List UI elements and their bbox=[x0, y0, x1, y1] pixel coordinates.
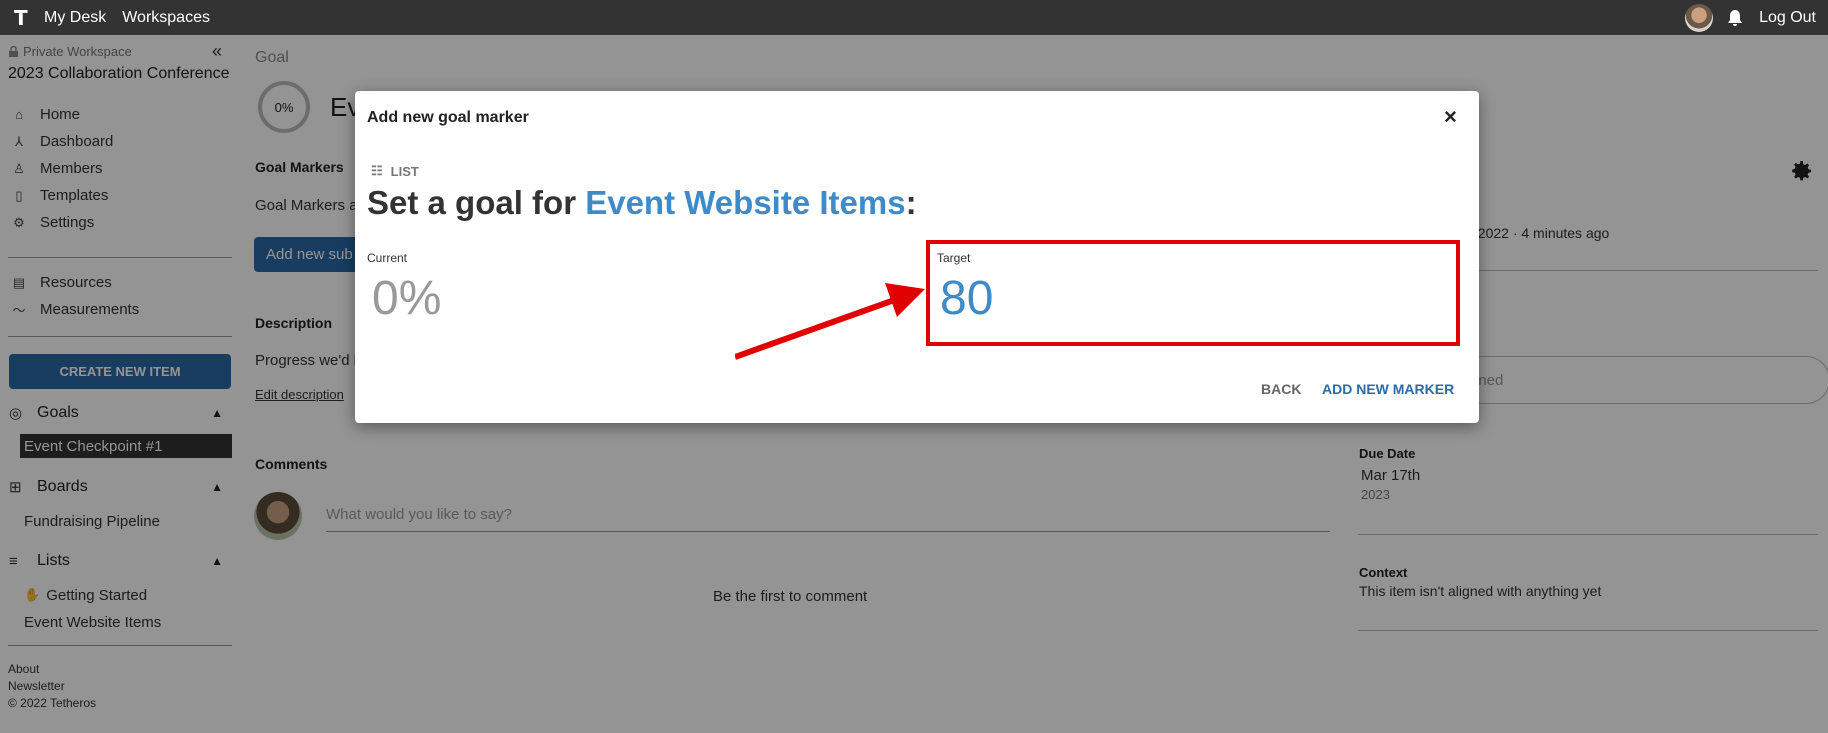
logout-link[interactable]: Log Out bbox=[1759, 9, 1816, 27]
annotation-highlight-box bbox=[926, 240, 1460, 346]
heading-prefix: Set a goal for bbox=[367, 184, 586, 221]
heading-item-name: Event Website Items bbox=[585, 184, 906, 221]
back-button[interactable]: BACK bbox=[1261, 381, 1301, 397]
current-label: Current bbox=[367, 251, 408, 265]
nav-my-desk[interactable]: My Desk bbox=[44, 9, 106, 27]
nav-workspaces[interactable]: Workspaces bbox=[122, 9, 210, 27]
item-type-tag: ☷ LIST bbox=[371, 163, 419, 179]
bell-icon[interactable] bbox=[1727, 9, 1743, 27]
heading-suffix: : bbox=[905, 184, 917, 221]
top-navbar: T My Desk Workspaces Log Out bbox=[0, 0, 1828, 35]
dialog-heading: Set a goal for Event Website Items: bbox=[367, 184, 917, 222]
item-type-label: LIST bbox=[390, 163, 419, 179]
annotation-arrow bbox=[735, 283, 925, 360]
add-goal-marker-dialog: Add new goal marker × ☷ LIST Set a goal … bbox=[355, 91, 1479, 423]
close-icon[interactable]: × bbox=[1444, 104, 1457, 130]
current-value: 0% bbox=[372, 272, 442, 325]
user-avatar[interactable] bbox=[1685, 3, 1714, 32]
add-new-marker-button[interactable]: ADD NEW MARKER bbox=[1322, 381, 1454, 397]
dialog-title: Add new goal marker bbox=[367, 109, 529, 126]
app-logo[interactable]: T bbox=[14, 6, 34, 30]
checklist-icon: ☷ bbox=[371, 163, 383, 178]
